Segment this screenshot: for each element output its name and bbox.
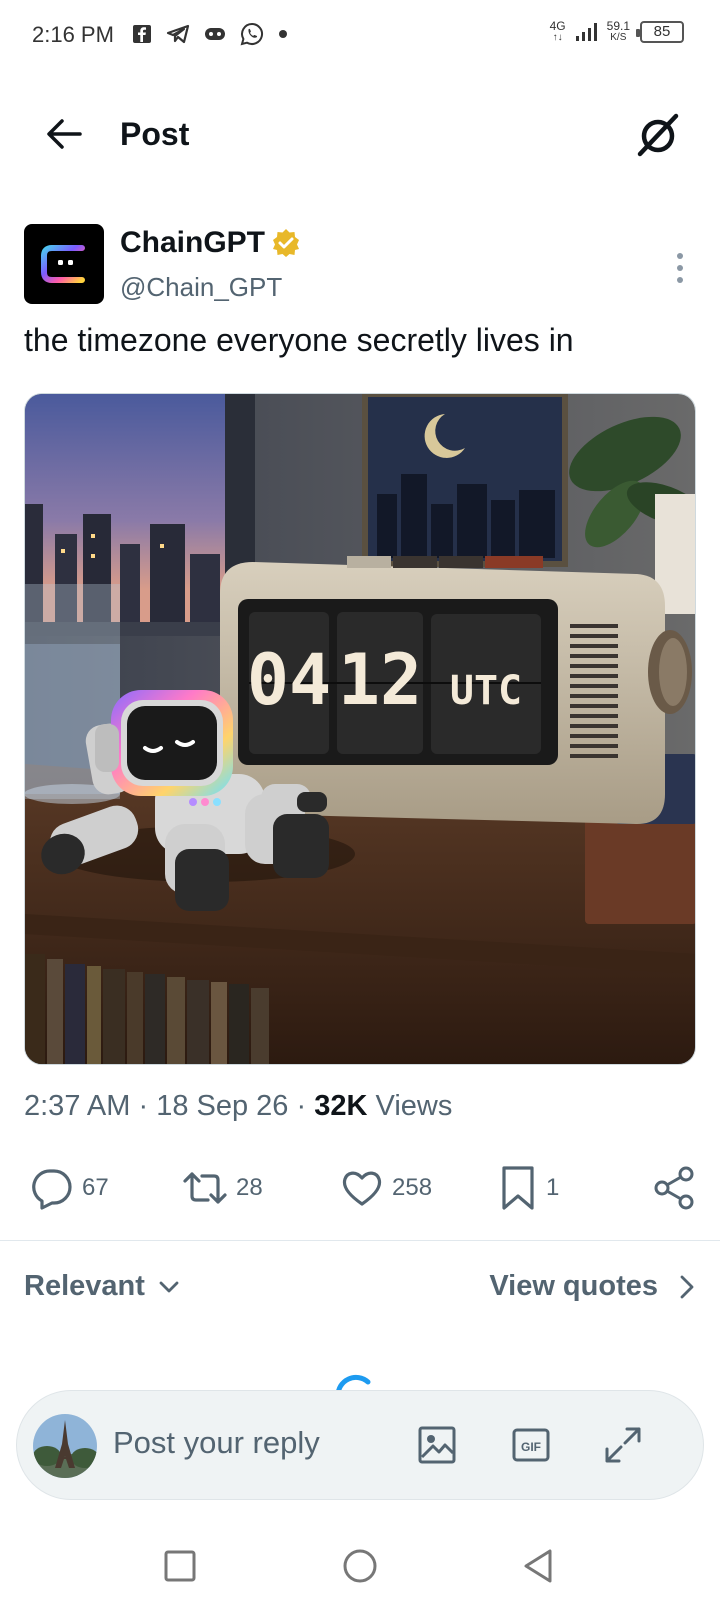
circle-icon	[343, 1549, 377, 1583]
battery-icon: 85	[636, 21, 684, 43]
flip-clock-illustration: 04 12 UTC	[220, 556, 692, 824]
status-right: 4G ↑↓ 59.1 K/S 85	[550, 20, 684, 44]
repost-count: 28	[236, 1174, 263, 1201]
whatsapp-icon	[240, 22, 264, 46]
view-quotes-button[interactable]: View quotes	[489, 1270, 696, 1303]
svg-text:GIF: GIF	[521, 1440, 541, 1454]
post-time: 2:37 AM	[24, 1090, 131, 1122]
heart-icon	[342, 1171, 382, 1206]
views-label: Views	[375, 1090, 453, 1122]
repost-button[interactable]: 28	[182, 1160, 263, 1216]
author-name[interactable]: ChainGPT	[120, 226, 301, 260]
clock-minutes: 12	[338, 639, 422, 721]
add-gif-button[interactable]: GIF	[511, 1425, 551, 1465]
facebook-icon	[133, 25, 151, 43]
verified-badge-icon	[273, 229, 300, 257]
post-illustration: 04 12 UTC	[25, 394, 695, 1064]
chevron-down-icon	[159, 1281, 179, 1292]
system-navigation-bar	[0, 1530, 720, 1600]
post-meta: 2:37 AM · 18 Sep 26 · 32K Views	[24, 1090, 452, 1123]
user-avatar[interactable]	[33, 1414, 97, 1478]
reply-count: 67	[82, 1174, 109, 1201]
chevron-right-icon	[680, 1275, 694, 1298]
telegram-icon	[166, 24, 190, 44]
divider	[0, 1240, 720, 1241]
top-header: Post	[0, 100, 720, 172]
bookmark-button[interactable]: 1	[498, 1160, 559, 1216]
post-author: ChainGPT @Chain_GPT	[24, 224, 696, 308]
home-button[interactable]	[340, 1546, 380, 1586]
reply-icon	[32, 1169, 72, 1210]
back-button[interactable]	[42, 112, 86, 156]
share-icon	[654, 1166, 694, 1210]
reply-composer: Post your reply GIF	[16, 1390, 704, 1500]
arrow-left-icon	[47, 119, 82, 149]
game-controller-icon	[205, 28, 225, 40]
signal-icon	[575, 23, 597, 41]
meta-separator: ·	[296, 1090, 307, 1122]
recent-apps-button[interactable]	[160, 1546, 200, 1586]
meta-separator: ·	[138, 1090, 149, 1122]
post-actions: 67 28 258 1	[24, 1160, 696, 1216]
image-icon	[418, 1426, 456, 1464]
square-icon	[164, 1550, 196, 1582]
notification-icons	[132, 22, 288, 46]
bookmark-count: 1	[546, 1174, 560, 1201]
author-handle[interactable]: @Chain_GPT	[120, 272, 282, 303]
more-vertical-icon	[677, 253, 683, 283]
grok-icon	[637, 113, 679, 157]
gif-icon: GIF	[512, 1428, 550, 1462]
reply-button[interactable]: 67	[30, 1160, 109, 1216]
chaingpt-logo-icon	[41, 245, 85, 283]
post-date: 18 Sep 26	[156, 1090, 289, 1122]
sort-relevant-button[interactable]: Relevant	[24, 1270, 181, 1303]
clock-timezone-label: UTC	[450, 668, 522, 714]
eiffel-avatar-icon	[33, 1414, 97, 1478]
loading-spinner	[330, 1370, 380, 1390]
status-bar: 2:16 PM 4G ↑↓ 59.1 K/S 85	[0, 0, 720, 72]
post-image[interactable]: 04 12 UTC	[24, 393, 696, 1065]
network-type: 4G ↑↓	[549, 19, 566, 43]
grok-button[interactable]	[632, 110, 684, 162]
post-text: the timezone everyone secretly lives in	[24, 322, 574, 358]
system-back-button[interactable]	[518, 1546, 558, 1586]
views-count: 32K	[314, 1090, 368, 1122]
page-title: Post	[120, 116, 190, 152]
spinner-icon	[336, 1374, 371, 1390]
like-count: 258	[392, 1174, 433, 1201]
triangle-back-icon	[524, 1549, 552, 1583]
dot-icon	[279, 30, 287, 38]
bookmark-icon	[502, 1166, 534, 1210]
network-speed: 59.1 K/S	[606, 19, 630, 43]
reply-input[interactable]: Post your reply	[113, 1425, 320, 1461]
avatar[interactable]	[24, 224, 104, 304]
status-time: 2:16 PM	[32, 22, 114, 47]
like-button[interactable]: 258	[340, 1160, 432, 1216]
expand-composer-button[interactable]	[603, 1425, 643, 1465]
share-button[interactable]	[652, 1160, 696, 1216]
expand-icon	[605, 1427, 641, 1463]
clock-hours: 04	[247, 639, 331, 721]
repost-icon	[183, 1172, 227, 1204]
add-image-button[interactable]	[417, 1425, 457, 1465]
more-options-button[interactable]	[672, 250, 688, 286]
replies-sort-row: Relevant View quotes	[24, 1270, 696, 1314]
